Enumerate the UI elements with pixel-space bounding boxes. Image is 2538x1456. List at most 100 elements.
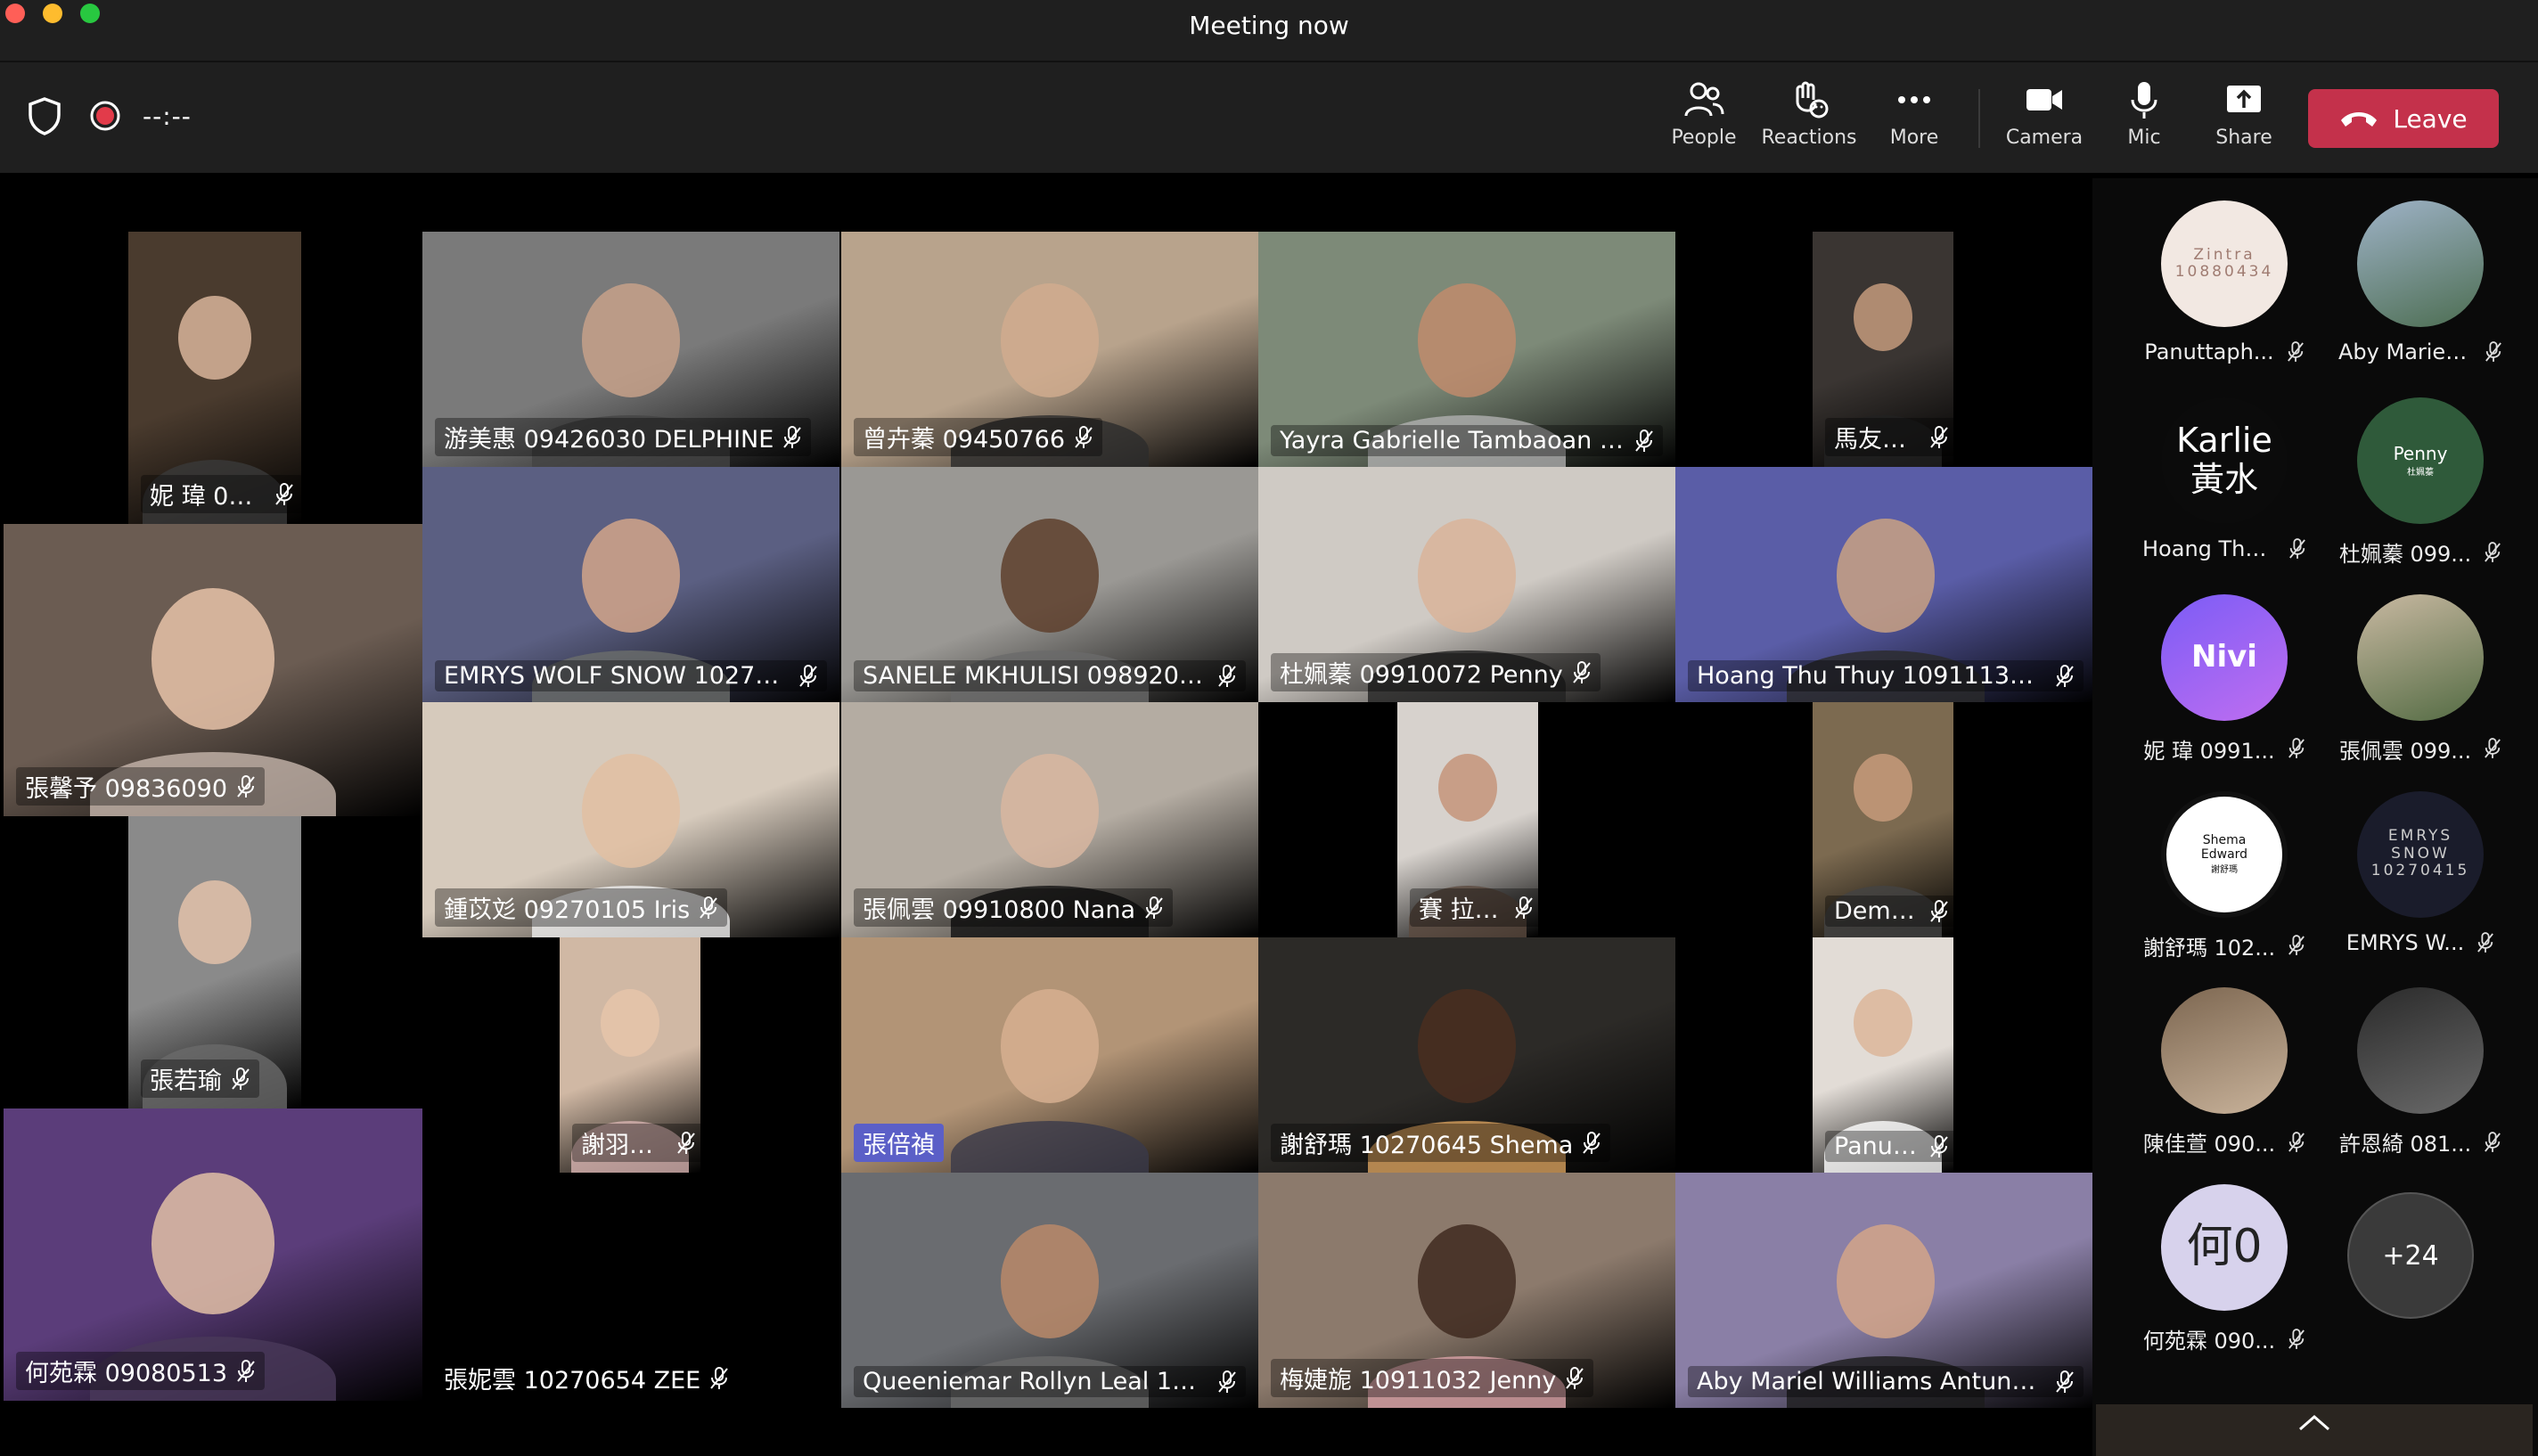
mic-icon <box>2131 82 2157 119</box>
people-icon <box>1684 82 1724 117</box>
roster-participant[interactable]: 何0 何苑霖 090... <box>2126 1184 2322 1354</box>
video-tile[interactable]: 賽 拉 08250031 <box>1397 702 1538 937</box>
more-button[interactable]: More <box>1861 80 1968 149</box>
participant-name: 張若瑜 <box>150 1067 222 1095</box>
participant-name-label: 張佩雲 09910800 Nana <box>854 888 1173 927</box>
video-tile[interactable]: Hoang Thu Thuy 10911130 KA... <box>1675 467 2096 702</box>
roster-name: 許恩綺 081... <box>2338 1132 2472 1157</box>
roster-participant[interactable]: 張佩雲 099... <box>2322 593 2518 765</box>
roster-participant[interactable]: Aby Mariel ... <box>2322 200 2518 364</box>
participant-name: 杜姵蓁 09910072 Penny <box>1280 661 1563 689</box>
roster-participant[interactable]: 陳佳萱 090... <box>2126 987 2322 1157</box>
participant-name-label: Demi Nova Supeña Tambaoa... <box>1825 896 1953 927</box>
mic-off-icon <box>1635 429 1653 452</box>
participant-name-label: 妮 瑋 09911431 Nivi <box>141 475 301 513</box>
video-tile[interactable]: Yayra Gabrielle Tambaoan Cu... <box>1258 232 1675 467</box>
mic-off-icon <box>783 425 802 448</box>
reactions-button[interactable]: Reactions <box>1756 80 1863 149</box>
participant-face <box>151 1173 274 1314</box>
avatar-text: EMRYS SNOW 10270415 <box>2370 827 2470 880</box>
participant-name: 馬友儒 09892036 <box>1834 426 1920 454</box>
roster-participant[interactable]: 許恩綺 081... <box>2322 987 2518 1157</box>
video-tile[interactable]: 鍾苡彣 09270105 Iris <box>422 702 839 937</box>
roster-name-row: 張佩雲 099... <box>2322 733 2518 765</box>
participant-name-label: Hoang Thu Thuy 10911130 KA... <box>1688 660 2084 691</box>
participant-face <box>1836 519 1936 633</box>
people-button[interactable]: People <box>1650 80 1757 149</box>
roster-participant[interactable]: Shema Edward 謝舒瑪 謝舒瑪 102... <box>2126 790 2322 961</box>
mic-off-icon <box>2055 664 2074 687</box>
video-tile[interactable]: Queeniemar Rollyn Leal 1091... <box>841 1173 1258 1408</box>
shield-icon[interactable] <box>27 96 62 135</box>
roster-name: Hoang Thu... <box>2142 536 2276 561</box>
reactions-icon <box>1796 81 1829 119</box>
video-tile[interactable]: 梅婕旎 10911032 Jenny <box>1258 1173 1675 1408</box>
roster-participant[interactable]: Penny 杜姵蓁 杜姵蓁 099... <box>2322 397 2518 568</box>
video-tile[interactable]: 張佩雲 09910800 Nana <box>841 702 1258 937</box>
video-tile[interactable]: 曾卉蓁 09450766 <box>841 232 1258 467</box>
avatar-text: Zintra 10880434 <box>2174 245 2274 282</box>
video-tile[interactable]: 游美惠 09426030 DELPHINE <box>422 232 839 467</box>
participant-name-label: 馬友儒 09892036 <box>1825 418 1953 456</box>
participant-name-label: Aby Mariel Williams Antunez ... <box>1688 1366 2084 1397</box>
more-icon <box>1898 96 1930 103</box>
roster-name: 何苑霖 090... <box>2142 1329 2276 1354</box>
mic-off-icon <box>1075 425 1093 448</box>
video-tile[interactable]: Aby Mariel Williams Antunez ... <box>1675 1173 2096 1408</box>
video-tile[interactable]: 馬友儒 09892036 <box>1813 232 1953 467</box>
mic-button[interactable]: Mic <box>2091 80 2198 149</box>
roster-name: EMRYS W... <box>2346 929 2465 955</box>
video-tile[interactable]: 張馨予 09836090 <box>4 524 422 816</box>
participant-face <box>1000 989 1100 1103</box>
video-tile[interactable]: EMRYS WOLF SNOW 1027041... <box>422 467 839 702</box>
participant-face <box>1853 754 1913 822</box>
mic-off-icon <box>1929 899 1948 922</box>
more-participants-button[interactable]: +24 <box>2347 1192 2474 1319</box>
participant-name-label: 張妮雲 10270654 ZEE <box>435 1359 739 1397</box>
title-bar: Meeting now <box>0 0 2538 62</box>
roster-participant[interactable]: Zintra 10880434 Panuttaph... <box>2126 200 2322 364</box>
camera-button[interactable]: Camera <box>1991 80 2098 149</box>
video-grid: 妮 瑋 09911431 Nivi 游美惠 09426030 DELPHINE 曾卉… <box>0 178 2096 1456</box>
mic-off-icon <box>676 1131 695 1154</box>
mic-off-icon <box>1572 660 1591 683</box>
mic-off-icon <box>2485 541 2501 562</box>
participant-face <box>581 754 681 868</box>
roster-name-row: 謝舒瑪 102... <box>2126 930 2322 961</box>
mic-off-icon <box>2485 738 2501 759</box>
video-tile[interactable]: 謝羽婕 09450590 <box>560 937 700 1173</box>
roster-name-row: Aby Mariel ... <box>2322 339 2518 364</box>
participant-avatar <box>2161 987 2288 1115</box>
video-tile[interactable]: SANELE MKHULISI 09892063 <box>841 467 1258 702</box>
leave-button[interactable]: Leave <box>2308 89 2499 148</box>
video-tile[interactable]: 張倍禎 <box>841 937 1258 1173</box>
mic-label: Mic <box>2127 127 2161 149</box>
mic-off-icon <box>1218 1370 1236 1393</box>
roster-participant[interactable]: Karlie 黃水 Hoang Thu... <box>2126 397 2322 561</box>
video-tile[interactable]: 張妮雲 10270654 ZEE <box>422 1173 839 1408</box>
video-tile[interactable]: 謝舒瑪 10270645 Shema <box>1258 937 1675 1173</box>
roster-scroll-up[interactable] <box>2096 1404 2533 1456</box>
video-tile[interactable]: 妮 瑋 09911431 Nivi <box>128 232 301 524</box>
video-tile[interactable]: 何苑霖 09080513 <box>4 1108 422 1401</box>
participant-name-label: 賽 拉 08250031 <box>1410 888 1538 927</box>
roster-participant[interactable]: Nivi 妮 瑋 0991... <box>2126 593 2322 765</box>
roster-name-row: 妮 瑋 0991... <box>2126 733 2322 765</box>
share-button[interactable]: Share <box>2190 80 2297 149</box>
mic-off-icon <box>275 482 294 505</box>
participant-name-label: Panuttaphorn Ariyamahasap ... <box>1825 1131 1953 1162</box>
participant-name: 鍾苡彣 09270105 Iris <box>444 896 691 924</box>
video-tile[interactable]: Panuttaphorn Ariyamahasap ... <box>1813 937 1953 1173</box>
video-tile[interactable]: Demi Nova Supeña Tambaoa... <box>1813 702 1953 937</box>
video-tile[interactable]: 杜姵蓁 09910072 Penny <box>1258 467 1675 702</box>
mic-off-icon <box>1145 896 1163 919</box>
avatar-text: Karlie 黃水 <box>2176 421 2272 499</box>
roster-participant[interactable]: EMRYS SNOW 10270415 EMRYS W... <box>2322 790 2518 955</box>
roster-name: 妮 瑋 0991... <box>2143 738 2275 764</box>
participant-name-label: 謝舒瑪 10270645 Shema <box>1271 1124 1611 1162</box>
video-tile[interactable]: 張若瑜 <box>128 816 301 1108</box>
mic-off-icon <box>237 1359 255 1382</box>
roster-name-row: Hoang Thu... <box>2126 536 2322 561</box>
record-icon[interactable] <box>89 100 121 132</box>
participant-name-label: 張倍禎 <box>854 1124 944 1162</box>
